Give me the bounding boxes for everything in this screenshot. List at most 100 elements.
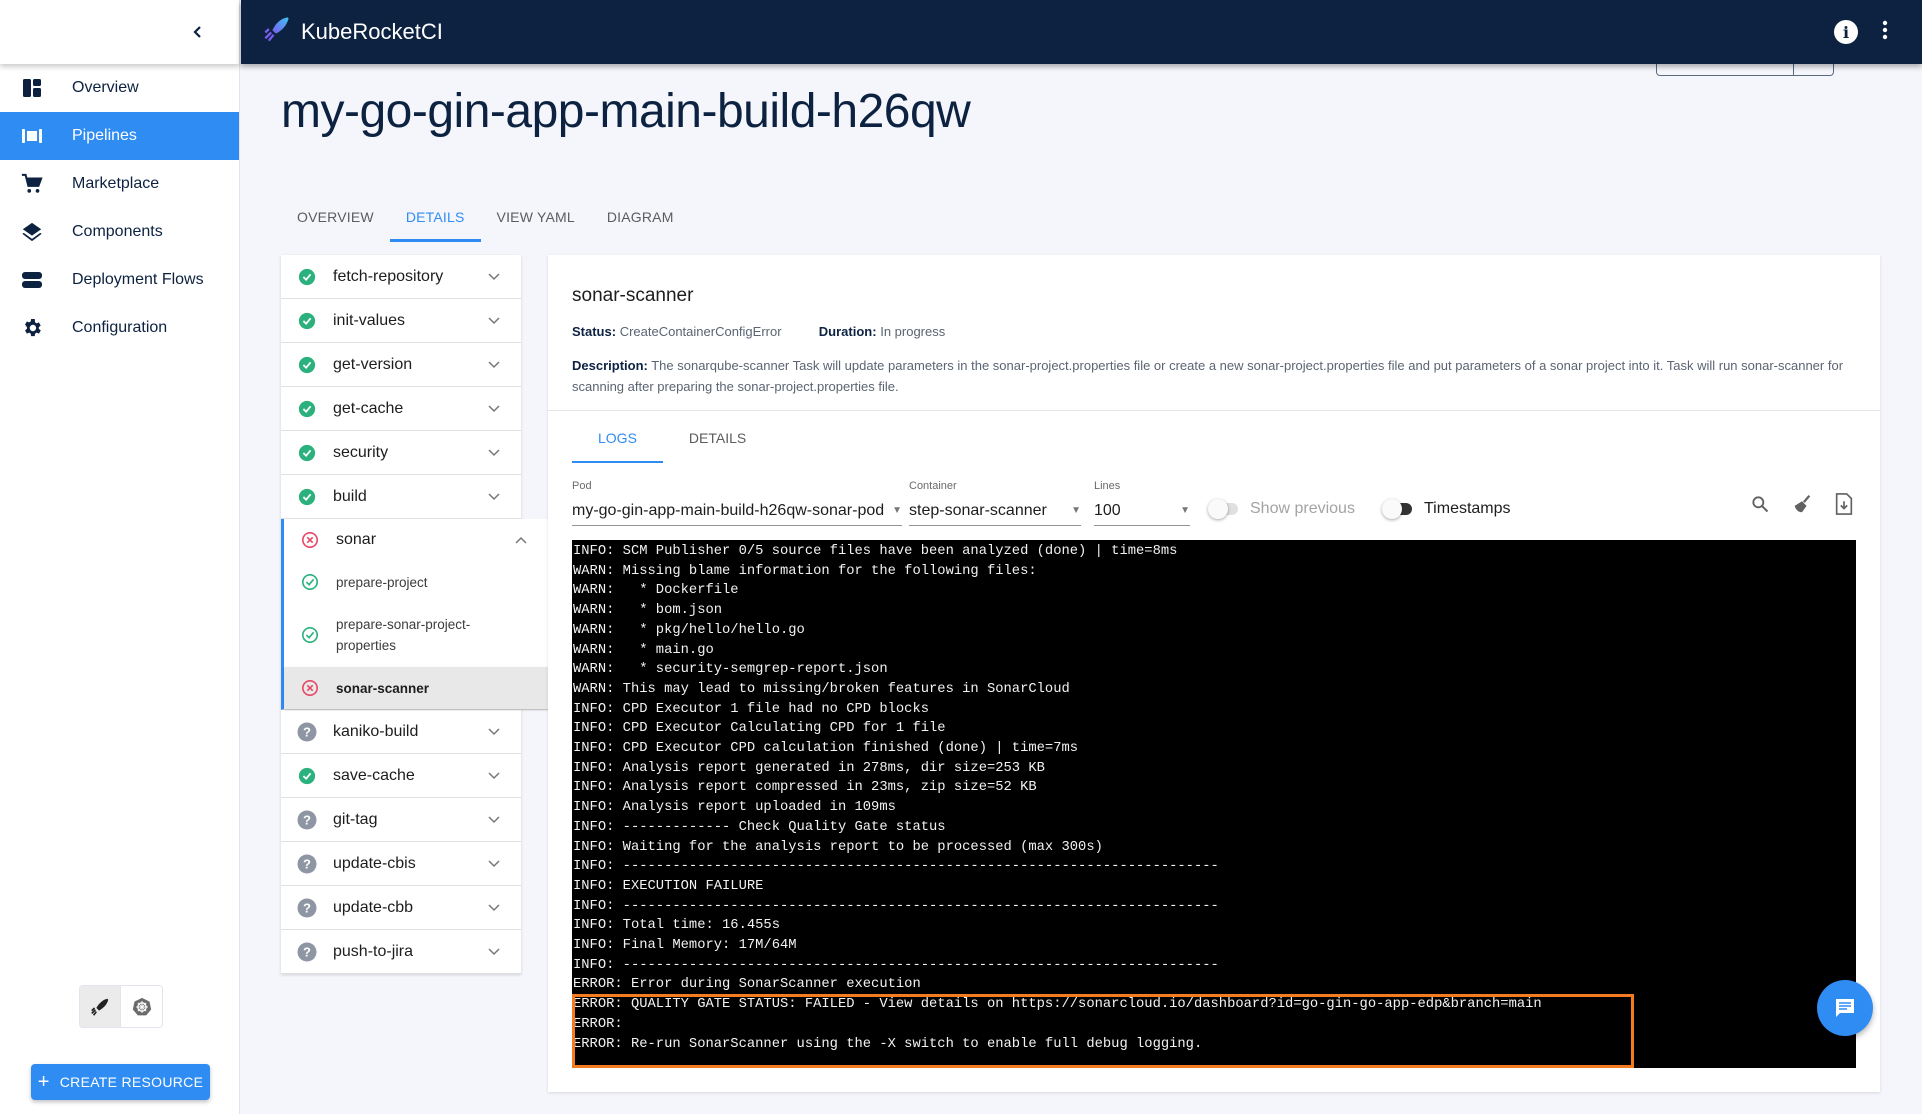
step-meta: Status: CreateContainerConfigError Durat… bbox=[572, 321, 1856, 342]
svg-text:?: ? bbox=[303, 944, 311, 959]
chevron-down-icon[interactable] bbox=[487, 947, 503, 957]
chevron-down-icon[interactable] bbox=[487, 360, 503, 370]
collapse-sidebar-icon[interactable] bbox=[191, 19, 205, 45]
step-git-tag[interactable]: ? git-tag bbox=[281, 798, 521, 842]
step-save-cache[interactable]: save-cache bbox=[281, 754, 521, 798]
chevron-down-icon[interactable] bbox=[487, 859, 503, 869]
step-update-cbb[interactable]: ? update-cbb bbox=[281, 886, 521, 930]
step-label: update-cbb bbox=[333, 898, 414, 916]
log-line: INFO: Analysis report compressed in 23ms… bbox=[573, 780, 1037, 796]
step-get-version[interactable]: get-version bbox=[281, 343, 521, 387]
log-line: INFO: CPD Executor Calculating CPD for 1… bbox=[573, 721, 946, 737]
status-failed-icon bbox=[300, 678, 320, 698]
dashboard-icon bbox=[20, 76, 44, 100]
log-line: INFO: Waiting for the analysis report to… bbox=[573, 839, 1103, 855]
sidebar-item-deployment-flows[interactable]: Deployment Flows bbox=[0, 256, 239, 304]
step-push-to-jira[interactable]: ? push-to-jira bbox=[281, 930, 521, 974]
step-fetch-repository[interactable]: fetch-repository bbox=[281, 255, 521, 299]
substep-prepare-sonar-project-properties[interactable]: prepare-sonar-project-properties bbox=[284, 603, 548, 667]
chevron-down-icon[interactable] bbox=[487, 903, 503, 913]
step-kaniko-build[interactable]: ? kaniko-build bbox=[281, 710, 521, 754]
tab-details[interactable]: DETAILS bbox=[389, 192, 481, 242]
step-init-values[interactable]: init-values bbox=[281, 299, 521, 343]
theme-toggle[interactable] bbox=[79, 985, 163, 1028]
create-resource-label: CREATE RESOURCE bbox=[59, 1074, 204, 1090]
step-label: build bbox=[333, 487, 367, 505]
substep-sonar-scanner[interactable]: sonar-scanner bbox=[284, 667, 548, 709]
sidebar-nav: Overview Pipelines Marketplace Components De… bbox=[0, 64, 239, 352]
chat-fab-button[interactable] bbox=[1817, 980, 1873, 1036]
log-line: INFO: CPD Executor CPD calculation finis… bbox=[573, 741, 1079, 757]
step-security[interactable]: security bbox=[281, 431, 521, 475]
brand[interactable]: KubeRocketCI bbox=[263, 15, 443, 49]
chevron-down-icon[interactable] bbox=[487, 316, 503, 326]
create-resource-button[interactable]: + CREATE RESOURCE bbox=[31, 1064, 210, 1100]
status-success-icon bbox=[297, 766, 317, 786]
pod-select[interactable]: Pod my-go-gin-app-main-build-h26qw-sonar… bbox=[572, 480, 902, 526]
log-line: INFO: Total time: 16.455s bbox=[573, 918, 780, 934]
download-file-icon[interactable] bbox=[1832, 492, 1856, 516]
chevron-down-icon[interactable] bbox=[487, 727, 503, 737]
log-line: ERROR: QUALITY GATE STATUS: FAILED - Vie… bbox=[573, 997, 1542, 1013]
chevron-down-icon[interactable] bbox=[487, 771, 503, 781]
timestamps-toggle[interactable]: Timestamps bbox=[1382, 499, 1511, 519]
sidebar-item-label: Components bbox=[72, 223, 163, 240]
substep-prepare-project[interactable]: prepare-project bbox=[284, 561, 548, 603]
step-get-cache[interactable]: get-cache bbox=[281, 387, 521, 431]
step-label: push-to-jira bbox=[333, 942, 414, 960]
info-icon[interactable]: i bbox=[1834, 20, 1858, 44]
brand-name: KubeRocketCI bbox=[301, 19, 443, 44]
log-line: ERROR: Re-run SonarScanner using the -X … bbox=[573, 1036, 1203, 1052]
container-select[interactable]: Container step-sonar-scanner ▼ bbox=[909, 480, 1081, 526]
chevron-down-icon[interactable] bbox=[487, 404, 503, 414]
chevron-up-icon[interactable] bbox=[514, 535, 530, 545]
details-tab-logs[interactable]: LOGS bbox=[572, 413, 663, 463]
search-icon[interactable] bbox=[1748, 492, 1772, 516]
tab-overview[interactable]: OVERVIEW bbox=[281, 192, 390, 242]
page-tabs: OVERVIEW DETAILS VIEW YAML DIAGRAM bbox=[281, 192, 690, 242]
svg-text:?: ? bbox=[303, 900, 311, 915]
lines-label: Lines bbox=[1094, 480, 1121, 492]
timestamps-label: Timestamps bbox=[1424, 500, 1511, 517]
tab-diagram[interactable]: DIAGRAM bbox=[591, 192, 690, 242]
step-label: security bbox=[333, 443, 389, 461]
dropdown-arrow-icon: ▼ bbox=[1180, 505, 1190, 516]
sidebar-item-components[interactable]: Components bbox=[0, 208, 239, 256]
duration-label: Duration: bbox=[818, 324, 877, 339]
log-line: WARN: * bom.json bbox=[573, 603, 723, 619]
sidebar-item-configuration[interactable]: Configuration bbox=[0, 304, 239, 352]
substep-label: prepare-project bbox=[336, 574, 428, 590]
lines-value: 100 bbox=[1094, 501, 1121, 519]
sidebar-item-overview[interactable]: Overview bbox=[0, 64, 239, 112]
flows-icon bbox=[20, 268, 44, 292]
log-line: INFO: CPD Executor 1 file had no CPD blo… bbox=[573, 701, 930, 717]
kubernetes-icon[interactable] bbox=[121, 986, 162, 1027]
chevron-down-icon[interactable] bbox=[487, 448, 503, 458]
step-sonar[interactable]: sonar bbox=[284, 519, 548, 561]
rocket-theme-icon[interactable] bbox=[80, 986, 121, 1027]
details-tab-details[interactable]: DETAILS bbox=[663, 413, 772, 463]
svg-text:?: ? bbox=[303, 724, 311, 739]
lines-select[interactable]: Lines 100 ▼ bbox=[1094, 480, 1190, 526]
description-value: The sonarqube-scanner Task will update p… bbox=[572, 358, 1844, 394]
log-line: INFO: Analysis report generated in 278ms… bbox=[573, 760, 1045, 776]
log-terminal[interactable]: INFO: SCM Publisher 0/5 source files hav… bbox=[572, 540, 1856, 1068]
step-label: git-tag bbox=[333, 810, 378, 828]
more-vert-icon[interactable] bbox=[1882, 20, 1888, 44]
chevron-down-icon[interactable] bbox=[487, 815, 503, 825]
step-label: sonar bbox=[336, 531, 377, 548]
status-value: CreateContainerConfigError bbox=[619, 324, 782, 339]
step-update-cbis[interactable]: ? update-cbis bbox=[281, 842, 521, 886]
tab-view-yaml[interactable]: VIEW YAML bbox=[481, 192, 591, 242]
chevron-down-icon[interactable] bbox=[487, 272, 503, 282]
clear-logs-broom-icon[interactable] bbox=[1790, 492, 1814, 516]
substep-label: prepare-sonar-project-properties bbox=[336, 614, 470, 656]
show-previous-toggle[interactable]: Show previous bbox=[1208, 499, 1355, 519]
chevron-down-icon[interactable] bbox=[487, 492, 503, 502]
sidebar-item-marketplace[interactable]: Marketplace bbox=[0, 160, 239, 208]
step-build[interactable]: build bbox=[281, 475, 521, 519]
sidebar-item-pipelines[interactable]: Pipelines bbox=[0, 112, 239, 160]
main-content: my-go-gin-app-main-build-h26qw OVERVIEW D… bbox=[241, 56, 1922, 1114]
status-success-icon bbox=[297, 267, 317, 287]
log-line: INFO: Final Memory: 17M/64M bbox=[573, 938, 797, 954]
